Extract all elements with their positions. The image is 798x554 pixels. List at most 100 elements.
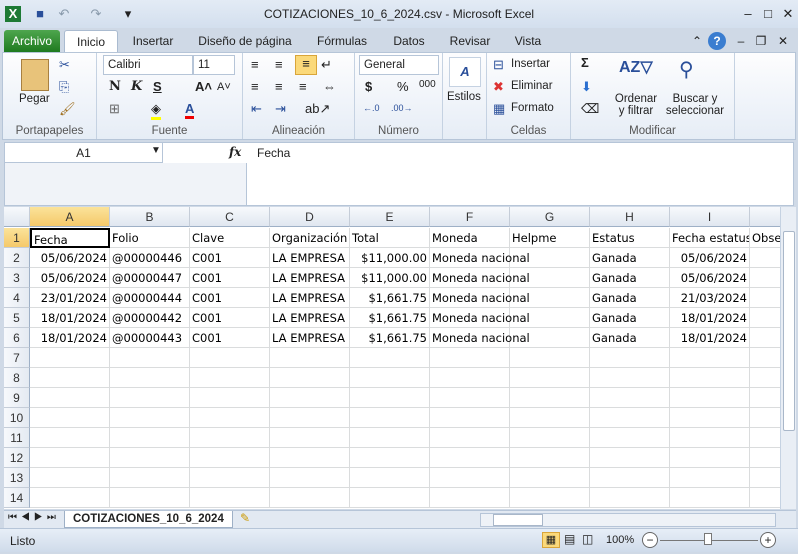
spreadsheet-grid[interactable]: A B C D E F G H I 1 2 3 4 5 6 7 8 9 10 11 12 13 14 Fecha Folio Cl… [4,207,780,509]
row-header[interactable]: 5 [4,308,30,328]
cell[interactable] [750,348,780,368]
cell[interactable] [350,468,430,488]
italic-button[interactable]: K [131,79,142,94]
cell[interactable]: 05/06/2024 [670,268,750,288]
copy-icon[interactable]: ⎘ [59,79,69,95]
underline-button[interactable]: S [153,79,162,94]
row-header[interactable]: 3 [4,268,30,288]
cell[interactable]: @00000444 [110,288,190,308]
cell[interactable] [30,408,110,428]
cell[interactable] [750,448,780,468]
cell[interactable] [270,368,350,388]
zoom-in-button[interactable]: + [760,532,776,548]
row-header[interactable]: 2 [4,248,30,268]
cut-icon[interactable]: ✂ [59,57,70,73]
page-break-view-icon[interactable]: ◫ [582,532,593,546]
column-header[interactable]: I [670,207,750,227]
restore-icon[interactable]: □ [760,6,776,22]
column-header[interactable] [750,207,780,227]
cell[interactable]: @00000447 [110,268,190,288]
column-header[interactable]: H [590,207,670,227]
increase-decimal-icon[interactable]: ←.0 [363,103,380,113]
cell[interactable] [110,388,190,408]
cell[interactable]: Total [350,228,430,248]
cell[interactable] [190,428,270,448]
styles-button[interactable]: Estilos [447,91,481,103]
paste-icon[interactable] [21,59,49,91]
row-header[interactable]: 9 [4,388,30,408]
cell[interactable]: C001 [190,308,270,328]
insert-function-button[interactable]: fx [229,145,241,159]
cell[interactable] [670,348,750,368]
tab-vista[interactable]: Vista [508,30,548,52]
cell[interactable] [590,428,670,448]
row-header[interactable]: 8 [4,368,30,388]
align-middle-icon[interactable]: ≡ [275,57,283,72]
cell[interactable] [350,428,430,448]
sheet-nav-icons[interactable]: ⏮◀▶⏭ [8,512,60,523]
tab-formulas[interactable]: Fórmulas [310,30,374,52]
cell[interactable] [30,348,110,368]
grow-font-icon[interactable]: A˄ [195,79,212,94]
cell[interactable]: 18/01/2024 [670,308,750,328]
cell[interactable] [110,488,190,508]
styles-icon[interactable]: A [449,57,481,87]
row-header[interactable]: 11 [4,428,30,448]
cell[interactable] [750,328,780,348]
cell[interactable]: @00000443 [110,328,190,348]
column-header[interactable]: G [510,207,590,227]
workbook-minimize-icon[interactable]: – [734,30,748,52]
cell[interactable]: 18/01/2024 [670,328,750,348]
cell[interactable] [110,408,190,428]
cell[interactable] [270,428,350,448]
row-header[interactable]: 14 [4,488,30,508]
cell[interactable] [270,388,350,408]
cell[interactable]: Ganada [590,248,670,268]
horizontal-scroll-thumb[interactable] [493,514,543,526]
cell[interactable] [110,348,190,368]
minimize-ribbon-icon[interactable]: ⌃ [690,30,704,52]
cell[interactable]: 23/01/2024 [30,288,110,308]
tab-inicio[interactable]: Inicio [64,30,118,52]
find-select-icon[interactable]: ⚲ [679,57,694,82]
cell[interactable] [430,388,510,408]
cell[interactable] [750,308,780,328]
row-header[interactable]: 6 [4,328,30,348]
cell[interactable] [430,428,510,448]
workbook-restore-icon[interactable]: ❐ [754,30,768,52]
cell[interactable] [590,388,670,408]
cell[interactable] [110,368,190,388]
cell[interactable]: LA EMPRESA [270,248,350,268]
percent-button[interactable]: % [397,79,409,94]
cell[interactable] [510,448,590,468]
column-header[interactable]: B [110,207,190,227]
cell[interactable] [350,448,430,468]
row-header[interactable]: 12 [4,448,30,468]
find-select-button[interactable]: Buscar y seleccionar [663,93,727,117]
decrease-indent-icon[interactable]: ⇤ [251,101,262,117]
cell[interactable] [270,448,350,468]
cell[interactable] [670,388,750,408]
normal-view-icon[interactable]: ▦ [542,532,560,548]
cell[interactable]: @00000442 [110,308,190,328]
cell[interactable]: C001 [190,328,270,348]
align-right-icon[interactable]: ≡ [299,79,307,94]
tab-datos[interactable]: Datos [386,30,432,52]
cell[interactable] [670,368,750,388]
cell[interactable] [30,488,110,508]
row-header[interactable]: 13 [4,468,30,488]
align-bottom-icon[interactable]: ≡ [295,55,317,75]
insert-sheet-icon[interactable]: ✎ [240,511,250,525]
cell[interactable]: Moneda nacional [430,248,530,268]
cell[interactable]: C001 [190,248,270,268]
cell[interactable]: $1,661.75 [350,308,430,328]
column-header[interactable]: A [30,207,110,227]
cell[interactable] [510,388,590,408]
cell[interactable] [670,448,750,468]
number-format-select[interactable]: General [359,55,439,75]
format-painter-icon[interactable]: 🖌 [59,101,76,117]
cell[interactable] [350,408,430,428]
cell[interactable] [750,288,780,308]
delete-cells-button[interactable]: Eliminar [511,80,553,92]
horizontal-scrollbar[interactable] [480,513,776,527]
